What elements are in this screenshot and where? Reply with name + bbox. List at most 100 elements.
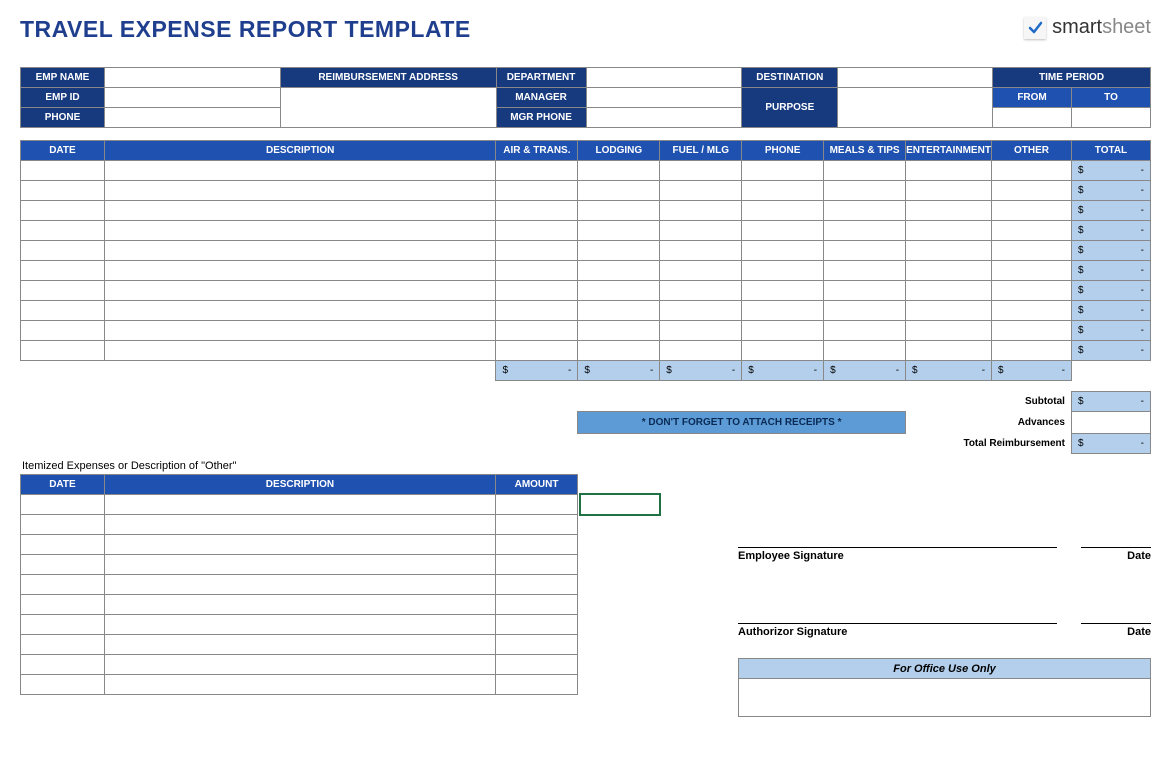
expense-cell[interactable] [104,181,496,201]
input-purpose[interactable] [838,88,993,128]
itemized-cell[interactable] [21,515,105,535]
expense-cell[interactable] [824,341,906,361]
expense-cell[interactable] [992,241,1072,261]
expense-cell[interactable] [21,221,105,241]
expense-cell[interactable] [824,281,906,301]
itemized-cell[interactable] [496,615,578,635]
input-advances[interactable] [1071,412,1150,434]
expense-cell[interactable] [824,201,906,221]
expense-cell[interactable] [992,341,1072,361]
expense-cell[interactable] [660,221,742,241]
expense-cell[interactable] [104,261,496,281]
itemized-cell[interactable] [104,595,495,615]
itemized-cell[interactable] [496,655,578,675]
itemized-cell[interactable] [21,595,105,615]
expense-cell[interactable] [824,321,906,341]
itemized-cell[interactable] [496,675,578,695]
expense-cell[interactable] [104,241,496,261]
itemized-cell[interactable] [21,555,105,575]
expense-cell[interactable] [824,241,906,261]
expense-cell[interactable] [742,221,824,241]
expense-cell[interactable] [578,261,660,281]
expense-cell[interactable] [742,281,824,301]
expense-cell[interactable] [742,301,824,321]
itemized-cell[interactable] [21,635,105,655]
expense-cell[interactable] [104,341,496,361]
expense-cell[interactable] [104,301,496,321]
expense-cell[interactable] [660,281,742,301]
expense-cell[interactable] [21,301,105,321]
itemized-cell[interactable] [496,515,578,535]
input-reimb-addr[interactable] [280,88,496,128]
employee-date-line[interactable] [1081,514,1151,548]
expense-cell[interactable] [742,321,824,341]
authorizor-date-line[interactable] [1081,590,1151,624]
itemized-cell[interactable] [21,575,105,595]
office-use-area[interactable] [739,679,1151,717]
expense-cell[interactable] [992,321,1072,341]
itemized-cell[interactable] [104,615,495,635]
itemized-cell[interactable] [21,535,105,555]
input-emp-id[interactable] [104,88,280,108]
expense-cell[interactable] [824,301,906,321]
expense-cell[interactable] [578,301,660,321]
expense-cell[interactable] [742,201,824,221]
expense-cell[interactable] [496,341,578,361]
expense-cell[interactable] [660,341,742,361]
expense-cell[interactable] [496,261,578,281]
expense-cell[interactable] [906,301,992,321]
expense-cell[interactable] [742,181,824,201]
expense-cell[interactable] [578,281,660,301]
expense-cell[interactable] [992,161,1072,181]
itemized-cell[interactable] [21,615,105,635]
expense-cell[interactable] [21,261,105,281]
expense-cell[interactable] [906,201,992,221]
expense-cell[interactable] [660,241,742,261]
expense-cell[interactable] [742,261,824,281]
itemized-cell[interactable] [104,495,495,515]
input-destination[interactable] [838,68,993,88]
expense-cell[interactable] [992,281,1072,301]
itemized-cell[interactable] [104,575,495,595]
itemized-cell[interactable] [104,535,495,555]
expense-cell[interactable] [824,181,906,201]
expense-cell[interactable] [104,161,496,181]
expense-cell[interactable] [104,281,496,301]
expense-cell[interactable] [824,261,906,281]
expense-cell[interactable] [906,161,992,181]
input-mgr-phone[interactable] [586,108,742,128]
itemized-cell[interactable] [104,555,495,575]
expense-cell[interactable] [660,181,742,201]
input-emp-name[interactable] [104,68,280,88]
expense-cell[interactable] [578,321,660,341]
expense-cell[interactable] [104,201,496,221]
itemized-cell[interactable] [496,595,578,615]
itemized-cell[interactable] [496,495,578,515]
expense-cell[interactable] [496,321,578,341]
expense-cell[interactable] [742,241,824,261]
itemized-cell[interactable] [104,515,495,535]
expense-cell[interactable] [992,301,1072,321]
expense-cell[interactable] [992,261,1072,281]
expense-cell[interactable] [660,321,742,341]
expense-cell[interactable] [496,281,578,301]
expense-cell[interactable] [578,181,660,201]
expense-cell[interactable] [21,161,105,181]
expense-cell[interactable] [21,321,105,341]
input-to[interactable] [1072,108,1151,128]
itemized-cell[interactable] [104,655,495,675]
expense-cell[interactable] [660,301,742,321]
expense-cell[interactable] [906,181,992,201]
expense-cell[interactable] [21,201,105,221]
expense-cell[interactable] [660,261,742,281]
expense-cell[interactable] [578,341,660,361]
expense-cell[interactable] [496,161,578,181]
employee-signature-line[interactable] [738,514,1057,548]
expense-cell[interactable] [992,201,1072,221]
expense-cell[interactable] [660,201,742,221]
input-department[interactable] [586,68,742,88]
expense-cell[interactable] [496,201,578,221]
expense-cell[interactable] [578,241,660,261]
input-manager[interactable] [586,88,742,108]
expense-cell[interactable] [21,181,105,201]
